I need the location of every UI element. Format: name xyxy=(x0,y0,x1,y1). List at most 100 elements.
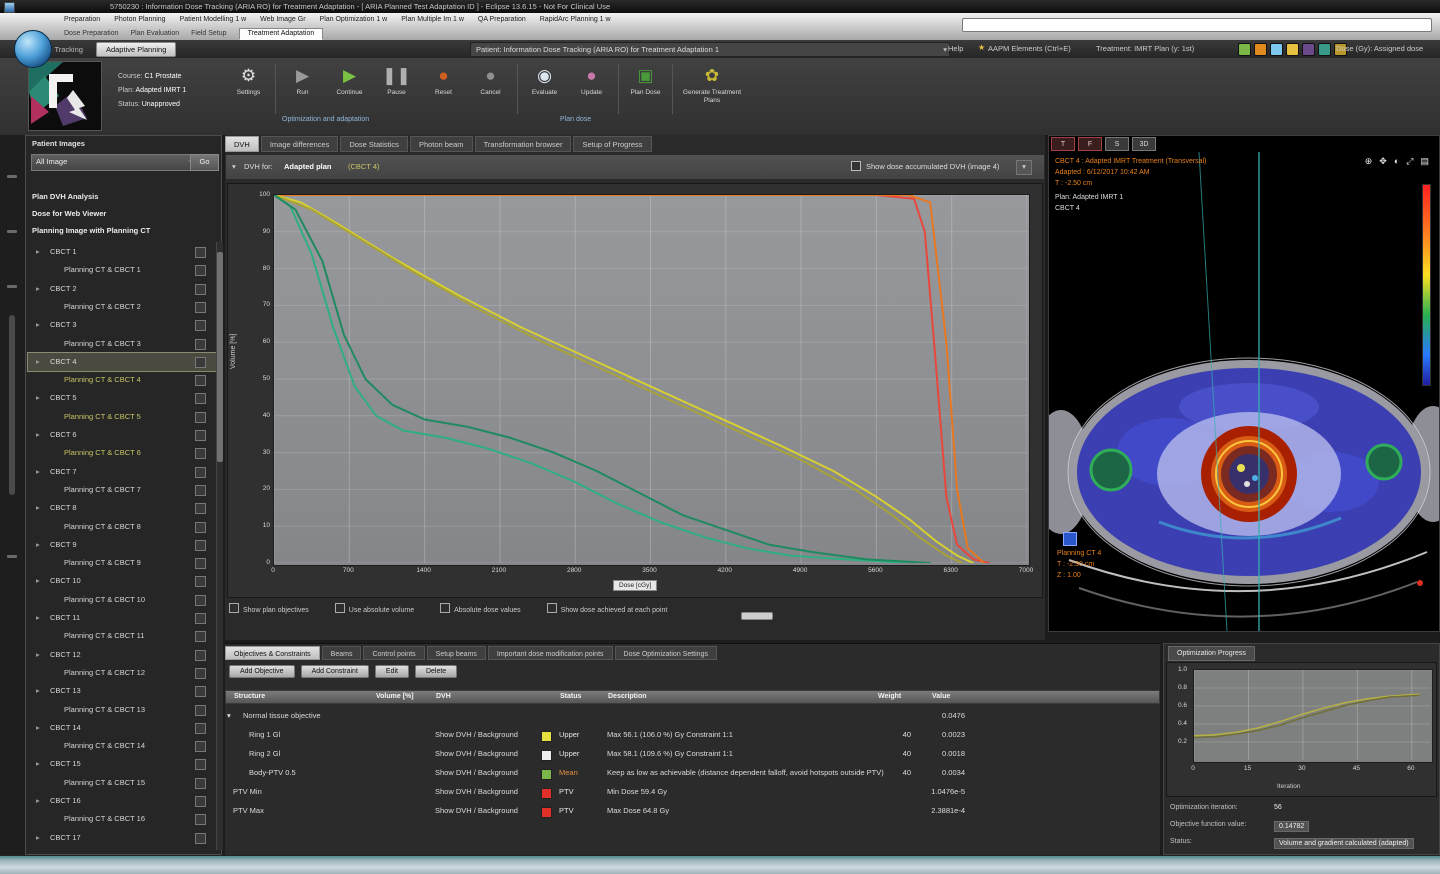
row-status-icon[interactable] xyxy=(195,814,206,825)
tree-item-registered-image[interactable]: Planning CT & CBCT 15 xyxy=(28,774,216,792)
row-status-icon[interactable] xyxy=(195,668,206,679)
tree-item-cbct[interactable]: ▸CBCT 16 xyxy=(28,792,216,810)
sidebar-link[interactable]: Dose for Web Viewer xyxy=(32,206,217,222)
mode-tab-adaptive-planning[interactable]: Adaptive Planning xyxy=(96,42,176,57)
column-header[interactable]: Description xyxy=(608,693,647,700)
scrollbar-thumb[interactable] xyxy=(217,252,223,462)
treatment-selector[interactable]: Treatment: IMRT Plan (y: 1st) xyxy=(1096,44,1194,53)
menu-item[interactable]: Web Image Gr xyxy=(260,16,305,27)
workspace-tab[interactable]: Plan Evaluation xyxy=(130,30,179,37)
table-row[interactable]: PTV MinShow DVH / BackgroundPTVMin Dose … xyxy=(225,783,1160,802)
chevron-right-icon[interactable]: ▸ xyxy=(36,426,40,444)
row-status-icon[interactable] xyxy=(195,759,206,770)
row-status-icon[interactable] xyxy=(195,320,206,331)
row-status-icon[interactable] xyxy=(195,650,206,661)
viewport-tab-3d[interactable]: 3D xyxy=(1132,137,1156,151)
app-sphere-logo-icon[interactable] xyxy=(14,30,52,68)
chevron-right-icon[interactable]: ▸ xyxy=(36,572,40,590)
tab-image-differences[interactable]: Image differences xyxy=(261,136,338,152)
row-status-icon[interactable] xyxy=(195,558,206,569)
chevron-right-icon[interactable]: ▸ xyxy=(36,499,40,517)
tree-item-registered-image[interactable]: Planning CT & CBCT 12 xyxy=(28,664,216,682)
ct-axial-view[interactable]: CBCT 4 : Adapted IMRT Treatment (Transve… xyxy=(1049,152,1439,631)
table-row[interactable]: ▾Normal tissue objective0.0476 xyxy=(225,707,1160,726)
sidebar-link[interactable]: Plan DVH Analysis xyxy=(32,189,217,205)
chevron-right-icon[interactable]: ▸ xyxy=(36,829,40,847)
tab-objectives-constraints[interactable]: Objectives & Constraints xyxy=(225,646,320,660)
chevron-right-icon[interactable]: ▸ xyxy=(36,389,40,407)
zoom-icon[interactable]: ⊕ xyxy=(1365,156,1373,167)
cancel-button[interactable]: ●Cancel xyxy=(467,62,514,98)
progress-plot[interactable] xyxy=(1193,669,1433,763)
row-status-icon[interactable] xyxy=(195,522,206,533)
row-status-icon[interactable] xyxy=(195,723,206,734)
expand-icon[interactable]: ⤢ xyxy=(1406,156,1413,167)
checkbox-icon[interactable] xyxy=(335,603,345,613)
layout-icon[interactable]: ▤ xyxy=(1420,156,1429,167)
add-constraint-button[interactable]: Add Constraint xyxy=(301,665,369,678)
settings-button[interactable]: ⚙Settings xyxy=(225,62,272,98)
row-status-icon[interactable] xyxy=(195,613,206,624)
status-orange-icon[interactable] xyxy=(1254,43,1267,56)
column-header[interactable]: Structure xyxy=(234,693,265,700)
workspace-tab-active[interactable]: Treatment Adaptation xyxy=(239,28,324,40)
column-header[interactable]: Value xyxy=(932,693,950,700)
tab-beams[interactable]: Beams xyxy=(322,646,362,660)
search-input[interactable] xyxy=(962,18,1432,32)
tree-item-registered-image[interactable]: Planning CT & CBCT 5 xyxy=(28,408,216,426)
tree-item-registered-image[interactable]: Planning CT & CBCT 2 xyxy=(28,298,216,316)
tree-item-cbct[interactable]: ▸CBCT 6 xyxy=(28,426,216,444)
row-status-icon[interactable] xyxy=(195,576,206,587)
menu-item[interactable]: Preparation xyxy=(64,16,100,27)
chevron-right-icon[interactable]: ▸ xyxy=(36,353,40,371)
dvh-option[interactable]: Show dose achieved at each point xyxy=(547,603,668,614)
strip-handle[interactable] xyxy=(7,285,17,288)
checkbox-icon[interactable] xyxy=(229,603,239,613)
row-status-icon[interactable] xyxy=(195,357,206,368)
chevron-down-icon[interactable]: ▾ xyxy=(227,711,231,720)
tree-item-registered-image[interactable]: Planning CT & CBCT 13 xyxy=(28,701,216,719)
chevron-right-icon[interactable]: ▸ xyxy=(36,609,40,627)
strip-handle[interactable] xyxy=(7,555,17,558)
status-green-icon[interactable] xyxy=(1238,43,1251,56)
continue-button[interactable]: ▶Continue xyxy=(326,62,373,98)
add-objective-button[interactable]: Add Objective xyxy=(229,665,295,678)
row-status-icon[interactable] xyxy=(195,686,206,697)
elements-link[interactable]: AAPM Elements (Ctrl+E) xyxy=(988,44,1071,53)
tree-item-cbct[interactable]: ▸CBCT 14 xyxy=(28,719,216,737)
image-link-icon[interactable] xyxy=(1063,532,1077,546)
tab-photon-beam[interactable]: Photon beam xyxy=(410,136,473,152)
tree-item-cbct[interactable]: ▸CBCT 8 xyxy=(28,499,216,517)
chevron-right-icon[interactable]: ▸ xyxy=(36,792,40,810)
menu-item[interactable]: QA Preparation xyxy=(478,16,526,27)
chevron-right-icon[interactable]: ▸ xyxy=(36,646,40,664)
row-status-icon[interactable] xyxy=(195,302,206,313)
dose-display-selector[interactable]: Dose (Gy): Assigned dose xyxy=(1336,44,1423,53)
tree-item-registered-image[interactable]: Planning CT & CBCT 7 xyxy=(28,481,216,499)
viewport-tab-s[interactable]: S xyxy=(1105,137,1129,151)
tab-dose-optimization-settings[interactable]: Dose Optimization Settings xyxy=(615,646,717,660)
tree-item-cbct[interactable]: ▸CBCT 11 xyxy=(28,609,216,627)
table-row[interactable]: PTV MaxShow DVH / BackgroundPTVMax Dose … xyxy=(225,802,1160,821)
row-status-icon[interactable] xyxy=(195,284,206,295)
row-status-icon[interactable] xyxy=(195,412,206,423)
pause-button[interactable]: ❚❚Pause xyxy=(373,62,420,98)
column-header[interactable]: Status xyxy=(560,693,581,700)
generate-plans-button[interactable]: ✿Generate Treatment Plans xyxy=(676,62,748,106)
tree-item-cbct[interactable]: ▸CBCT 13 xyxy=(28,682,216,700)
row-status-icon[interactable] xyxy=(195,393,206,404)
column-header[interactable]: Weight xyxy=(878,693,901,700)
tree-item-registered-image[interactable]: Planning CT & CBCT 6 xyxy=(28,444,216,462)
checkbox-icon[interactable] xyxy=(440,603,450,613)
dvh-option[interactable]: Use absolute volume xyxy=(335,603,414,614)
tab-dvh[interactable]: DVH xyxy=(225,136,259,152)
accumulated-dvh-checkbox[interactable] xyxy=(851,161,861,171)
tab-dose-statistics[interactable]: Dose Statistics xyxy=(340,136,408,152)
row-status-icon[interactable] xyxy=(195,631,206,642)
evaluate-button[interactable]: ◉Evaluate xyxy=(521,62,568,98)
tree-item-cbct[interactable]: ▸CBCT 2 xyxy=(28,280,216,298)
chevron-right-icon[interactable]: ▸ xyxy=(36,536,40,554)
dvh-option[interactable]: Show plan objectives xyxy=(229,603,309,614)
strip-slider[interactable] xyxy=(9,315,15,495)
row-status-icon[interactable] xyxy=(195,448,206,459)
